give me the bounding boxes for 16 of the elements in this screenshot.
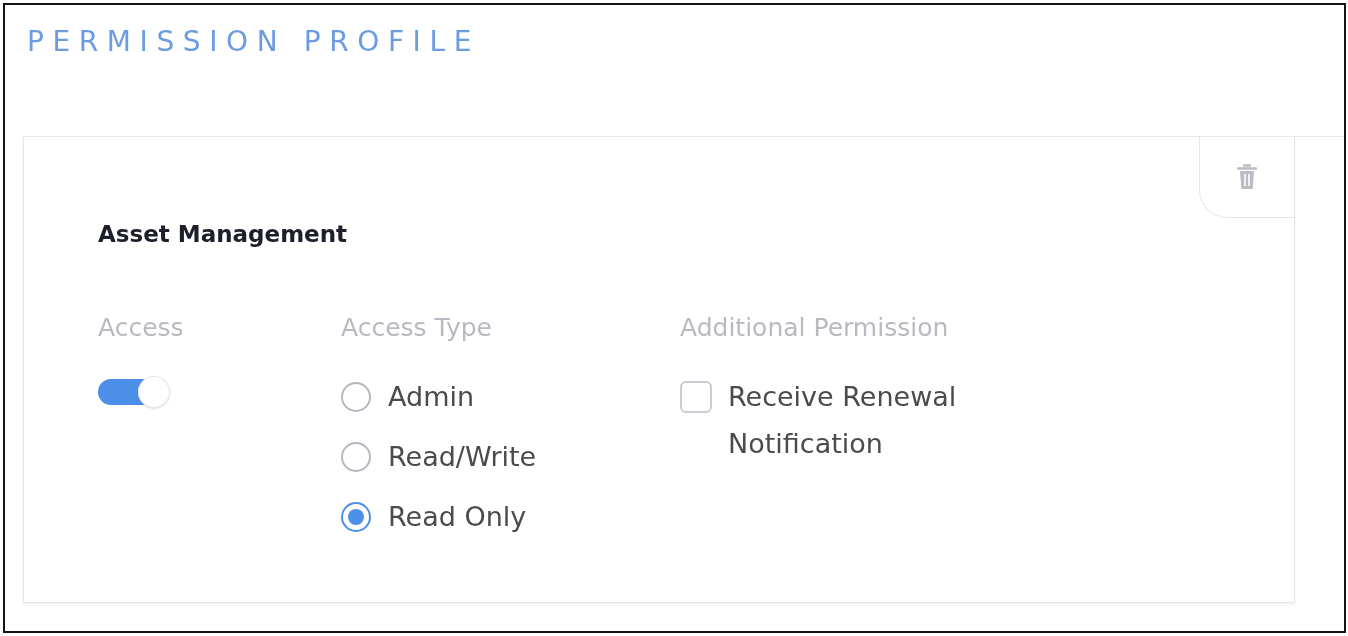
radio-label: Admin	[388, 380, 475, 414]
radio-button[interactable]	[341, 382, 371, 412]
section-title: Asset Management	[98, 220, 348, 249]
trash-icon	[1237, 164, 1257, 190]
radio-label: Read/Write	[388, 440, 537, 474]
checkbox[interactable]	[680, 381, 712, 413]
page-title: PERMISSION PROFILE	[27, 25, 480, 59]
radio-label: Read Only	[388, 500, 527, 534]
radio-button[interactable]	[341, 502, 371, 532]
column-label: Additional Permission	[680, 313, 949, 343]
column-label: Access	[98, 313, 184, 343]
delete-button[interactable]	[1199, 137, 1294, 218]
column-label: Access Type	[341, 313, 492, 343]
checkbox-label: Receive Renewal Notification	[728, 380, 958, 461]
toggle-switch[interactable]	[98, 376, 172, 408]
radio-button[interactable]	[341, 442, 371, 472]
